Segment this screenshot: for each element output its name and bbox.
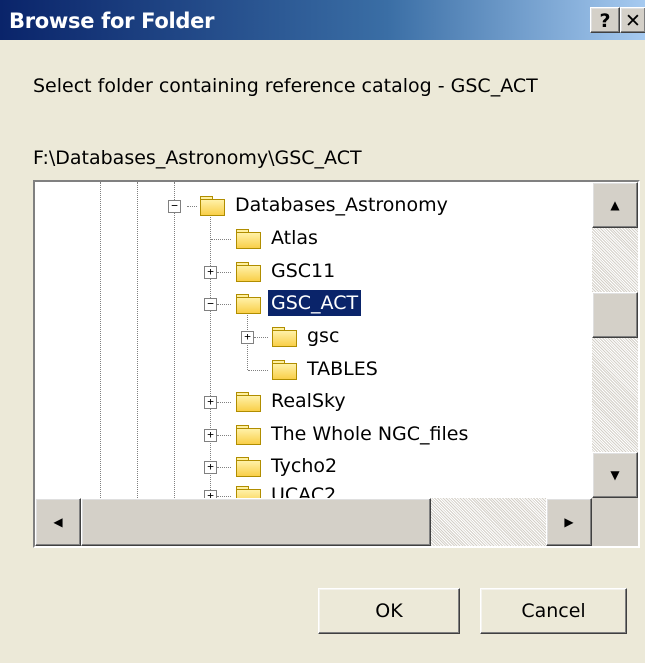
help-button[interactable]: ? [590, 7, 620, 33]
tree-node-gsc[interactable]: + gsc [35, 323, 592, 351]
folder-icon [235, 424, 261, 445]
window-title: Browse for Folder [9, 9, 215, 33]
folder-icon [235, 391, 261, 412]
ok-button-label: OK [375, 600, 403, 622]
tree-node-label: GSC11 [271, 260, 336, 282]
cancel-button-label: Cancel [521, 600, 586, 622]
tree-node-label: The Whole NGC_files [271, 423, 469, 445]
expand-icon[interactable]: + [204, 429, 217, 442]
folder-icon [235, 456, 261, 477]
scroll-left-button[interactable]: ◀ [35, 498, 81, 546]
tree-node-tables[interactable]: TABLES [35, 356, 592, 384]
tree-node-gsc-act[interactable]: − GSC_ACT [35, 289, 592, 318]
expand-icon[interactable]: + [241, 331, 254, 344]
title-bar[interactable]: Browse for Folder ? ✕ [0, 0, 645, 40]
tree-node-label: Databases_Astronomy [235, 194, 448, 216]
scrollbar-corner [592, 498, 638, 546]
scroll-thumb-horizontal[interactable] [81, 498, 431, 546]
expand-icon[interactable]: + [204, 490, 217, 498]
ok-button[interactable]: OK [318, 588, 460, 634]
tree-node-databases-astronomy[interactable]: − Databases_Astronomy [35, 192, 592, 220]
expand-icon[interactable]: + [204, 461, 217, 474]
tree-node-label: TABLES [307, 358, 378, 380]
tree-node-label: UCAC2 [271, 484, 337, 498]
collapse-icon[interactable]: − [168, 200, 181, 213]
folder-tree[interactable]: − Databases_Astronomy Atlas + GSC11 − GS… [33, 180, 640, 548]
scroll-down-button[interactable]: ▼ [592, 452, 638, 498]
tree-node-label: RealSky [271, 390, 346, 412]
scroll-up-button[interactable]: ▲ [592, 182, 638, 228]
folder-icon [235, 228, 261, 249]
collapse-icon[interactable]: − [204, 298, 217, 311]
folder-icon [271, 326, 297, 347]
tree-node-gsc11[interactable]: + GSC11 [35, 258, 592, 286]
folder-open-icon [235, 293, 261, 314]
folder-icon [235, 485, 261, 498]
tree-node-tycho2[interactable]: + Tycho2 [35, 453, 592, 481]
browse-folder-dialog: Browse for Folder ? ✕ Select folder cont… [0, 0, 645, 663]
tree-node-ucac2[interactable]: + UCAC2 [35, 482, 592, 498]
selected-path: F:\Databases_Astronomy\GSC_ACT [33, 147, 362, 169]
horizontal-scrollbar[interactable]: ◀ ▶ [35, 498, 592, 546]
cancel-button[interactable]: Cancel [480, 588, 627, 634]
scroll-right-button[interactable]: ▶ [546, 498, 592, 546]
tree-node-label: gsc [307, 325, 340, 347]
tree-node-label: Tycho2 [271, 455, 338, 477]
tree-node-label: Atlas [271, 227, 318, 249]
tree-node-the-whole-ngc-files[interactable]: + The Whole NGC_files [35, 421, 592, 449]
tree-node-realsky[interactable]: + RealSky [35, 388, 592, 416]
vertical-scrollbar[interactable]: ▲ ▼ [592, 182, 638, 498]
scroll-thumb[interactable] [592, 292, 638, 338]
tree-view-area: − Databases_Astronomy Atlas + GSC11 − GS… [35, 182, 592, 498]
folder-icon [199, 195, 225, 216]
expand-icon[interactable]: + [204, 266, 217, 279]
prompt-text: Select folder containing reference catal… [33, 75, 538, 97]
tree-node-atlas[interactable]: Atlas [35, 225, 592, 253]
folder-icon [271, 359, 297, 380]
tree-node-label-selected: GSC_ACT [266, 289, 363, 317]
close-button[interactable]: ✕ [620, 7, 645, 33]
folder-icon [235, 261, 261, 282]
expand-icon[interactable]: + [204, 396, 217, 409]
